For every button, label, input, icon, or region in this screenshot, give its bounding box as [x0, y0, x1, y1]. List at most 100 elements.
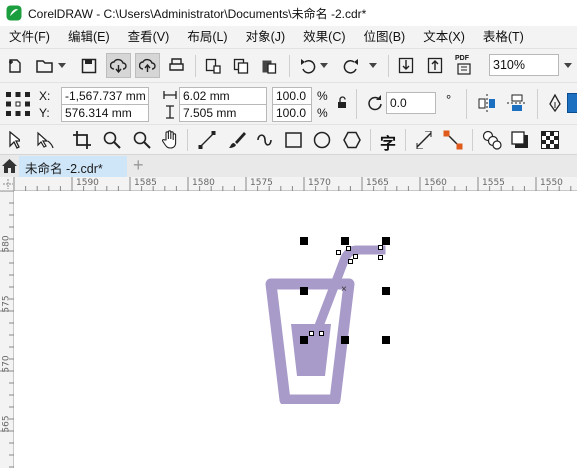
menu-text[interactable]: 文本(X) [414, 26, 474, 48]
menu-object[interactable]: 对象(J) [237, 26, 295, 48]
add-tab-icon[interactable]: + [133, 155, 144, 176]
mirror-horizontal-icon[interactable] [477, 94, 497, 112]
horizontal-ruler[interactable]: 1590 1585 1580 1575 1570 1565 1560 1555 … [0, 177, 577, 191]
ellipse-tool-icon[interactable] [313, 131, 331, 149]
height-value: 7.505 mm [183, 106, 237, 120]
crop-tool-icon[interactable] [73, 131, 91, 149]
menu-bitmaps[interactable]: 位图(B) [355, 26, 415, 48]
path-node[interactable] [378, 255, 383, 260]
rectangle-tool-icon[interactable] [285, 132, 302, 148]
publish-pdf-button[interactable]: PDF [454, 55, 476, 77]
shape-tool-icon[interactable] [36, 131, 54, 149]
chevron-down-icon[interactable] [320, 63, 328, 69]
ruler-tick-label: 1575 [250, 178, 273, 188]
pen-nib-icon[interactable] [549, 94, 561, 113]
selection-handle[interactable] [382, 237, 390, 245]
property-bar: X: -1,567.737 mm Y: 576.314 mm 6.02 mm 7… [0, 82, 577, 124]
path-node[interactable] [353, 254, 358, 259]
scale-y-value: 100.0 [276, 106, 307, 120]
drop-shadow-icon[interactable] [511, 131, 529, 149]
path-node[interactable] [378, 245, 383, 250]
menu-table[interactable]: 表格(T) [474, 26, 533, 48]
height-input[interactable]: 7.505 mm [179, 104, 267, 122]
path-node[interactable] [346, 246, 351, 251]
menu-edit[interactable]: 编辑(E) [59, 26, 119, 48]
menu-view[interactable]: 查看(V) [119, 26, 179, 48]
drawing-canvas[interactable]: × [15, 192, 577, 468]
path-node[interactable] [336, 250, 341, 255]
open-folder-icon[interactable] [36, 58, 54, 74]
menu-layout[interactable]: 布局(L) [178, 26, 236, 48]
ruler-tick-label: 1585 [134, 178, 157, 188]
zoom-level-input[interactable]: 310% [489, 54, 559, 76]
blend-tool-icon[interactable] [482, 130, 502, 150]
path-node[interactable] [348, 259, 353, 264]
reference-point-icon[interactable] [6, 92, 30, 116]
copy-icon[interactable] [233, 58, 249, 74]
connector-tool-icon[interactable] [443, 130, 463, 150]
freehand-tool-icon[interactable] [198, 131, 216, 149]
ruler-tick-label: 1555 [482, 178, 505, 188]
artistic-media-icon[interactable] [228, 131, 246, 149]
toolbox: 字 [0, 124, 577, 154]
x-position-input[interactable]: -1,567.737 mm [61, 87, 149, 105]
selection-handle[interactable] [300, 336, 308, 344]
transparency-tool-icon[interactable] [541, 131, 559, 149]
rotate-icon [368, 95, 382, 111]
chevron-down-icon[interactable] [369, 63, 377, 69]
zoom-tool-icon[interactable] [103, 131, 121, 149]
path-node[interactable] [309, 331, 314, 336]
new-document-icon[interactable] [7, 58, 23, 74]
ruler-tick-label: 1570 [308, 178, 331, 188]
home-icon[interactable] [2, 159, 17, 173]
curve-tool-icon[interactable] [256, 131, 273, 149]
selection-handle[interactable] [341, 336, 349, 344]
selection-handle[interactable] [382, 336, 390, 344]
document-tab-bar: 未命名 -2.cdr* + [0, 154, 577, 178]
search-icon[interactable] [133, 131, 151, 149]
y-label: Y: [39, 106, 50, 120]
chevron-down-icon[interactable] [564, 63, 572, 69]
print-icon[interactable] [168, 58, 185, 74]
width-input[interactable]: 6.02 mm [179, 87, 267, 105]
scale-y-input[interactable]: 100.0 [272, 104, 312, 122]
rotation-input[interactable]: 0.0 [386, 92, 436, 114]
selection-handle[interactable] [341, 237, 349, 245]
selection-handle[interactable] [382, 287, 390, 295]
pan-hand-icon[interactable] [162, 130, 179, 149]
parallel-dimension-icon[interactable] [415, 131, 433, 149]
mirror-vertical-icon[interactable] [507, 94, 527, 112]
ruler-tick-label: 1580 [192, 178, 215, 188]
path-node[interactable] [319, 331, 324, 336]
text-tool-icon[interactable]: 字 [380, 130, 396, 154]
width-value: 6.02 mm [183, 89, 230, 103]
y-position-input[interactable]: 576.314 mm [61, 104, 149, 122]
vertical-ruler[interactable]: 580 575 570 565 [0, 191, 14, 468]
document-tab[interactable]: 未命名 -2.cdr* [19, 156, 127, 178]
toolbar-separator [370, 129, 371, 151]
scale-x-input[interactable]: 100.0 [272, 87, 312, 105]
chevron-down-icon[interactable] [58, 63, 66, 69]
selection-handle[interactable] [300, 237, 308, 245]
document-tab-name: 未命名 -2.cdr* [25, 161, 103, 176]
ruler-tick-label: 1565 [366, 178, 389, 188]
x-position-value: -1,567.737 mm [65, 89, 146, 103]
paste-icon[interactable] [261, 58, 277, 74]
selection-handle[interactable] [300, 287, 308, 295]
toolbar-separator [289, 55, 290, 77]
menu-file[interactable]: 文件(F) [0, 26, 59, 48]
redo-icon[interactable] [343, 58, 359, 74]
export-icon[interactable] [427, 57, 443, 74]
lock-ratio-icon[interactable] [337, 96, 347, 109]
pick-tool-icon[interactable] [9, 131, 20, 149]
import-icon[interactable] [398, 57, 414, 74]
menu-effects[interactable]: 效果(C) [294, 26, 354, 48]
save-icon[interactable] [81, 58, 97, 74]
undo-icon[interactable] [300, 58, 316, 74]
toolbar-separator [187, 129, 188, 151]
polygon-tool-icon[interactable] [343, 131, 361, 149]
cut-icon[interactable] [205, 58, 221, 74]
standard-toolbar: PDF 310% [0, 48, 577, 82]
drink-cup-icon[interactable] [263, 244, 393, 404]
outline-width-box[interactable] [567, 93, 577, 113]
